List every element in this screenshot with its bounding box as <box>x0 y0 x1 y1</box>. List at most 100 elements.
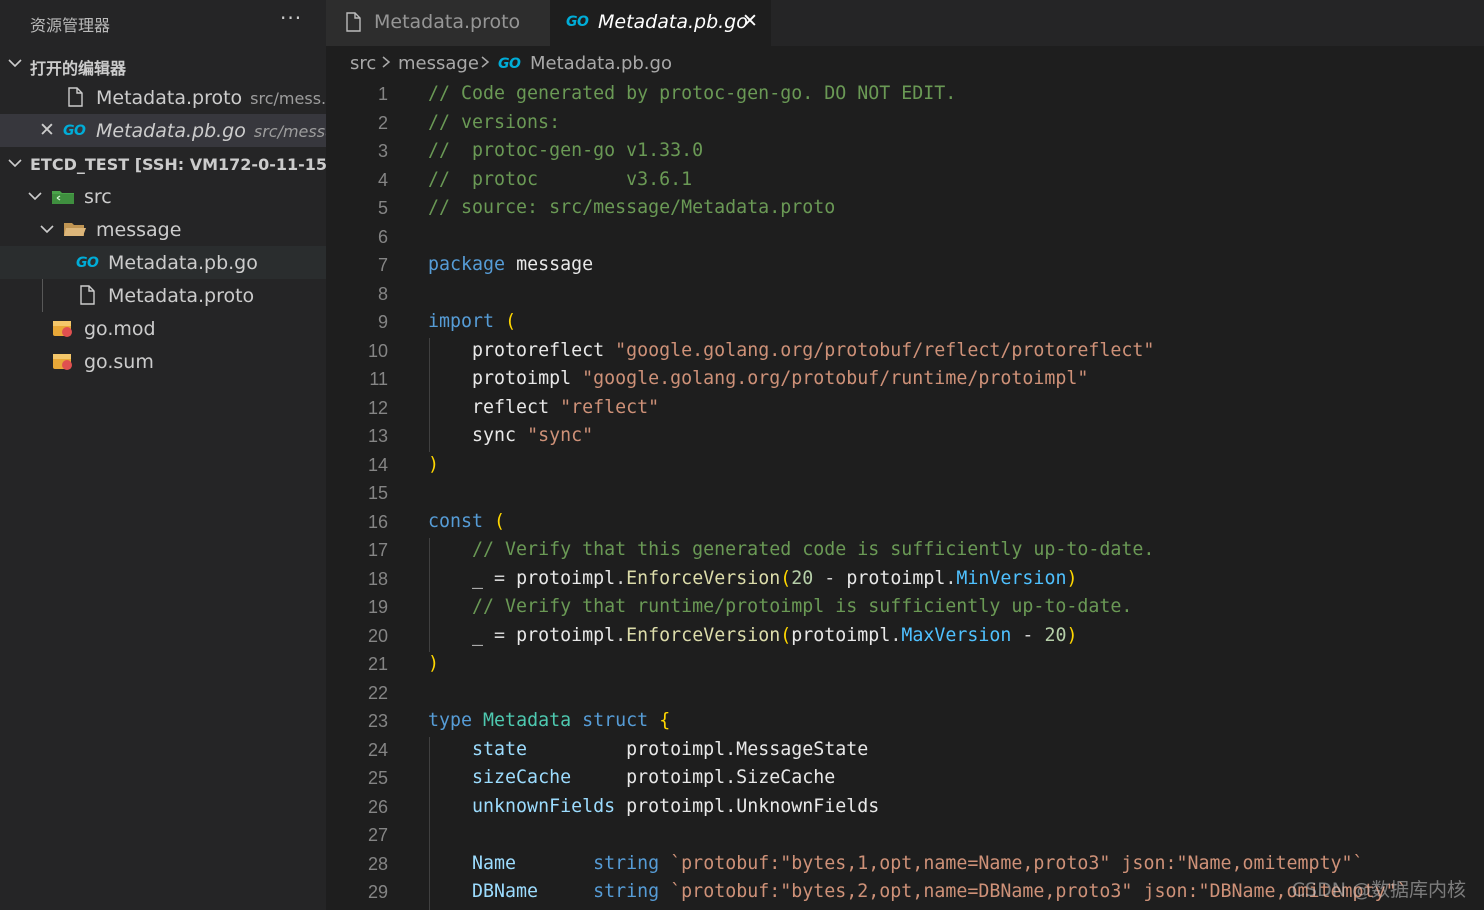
code-struct-tag: `protobuf:"bytes,1,opt,name=Name,proto3"… <box>670 852 1364 874</box>
editor-tab-bar: Metadata.proto GO Metadata.pb.go ✕ <box>326 0 1484 46</box>
code-string: "sync" <box>527 425 594 446</box>
code-string: "google.golang.org/protobuf/reflect/prot… <box>615 339 1155 361</box>
tree-label: go.mod <box>84 318 156 340</box>
line-number: 8 <box>377 283 388 304</box>
line-number: 22 <box>367 682 388 703</box>
breadcrumb-item[interactable]: Metadata.pb.go <box>530 53 672 74</box>
line-number: 4 <box>377 169 388 190</box>
code-comment: // protoc-gen-go v1.33.0 <box>428 140 704 161</box>
file-icon <box>342 11 364 33</box>
code-line: 26 unknownFields protoimpl.UnknownFields <box>326 795 1484 824</box>
tree-label: Metadata.pb.go <box>108 252 258 274</box>
code-line: 8 <box>326 282 1484 311</box>
code-identifier: message <box>516 254 594 275</box>
tab-metadata-pb-go[interactable]: GO Metadata.pb.go ✕ <box>550 0 771 46</box>
code-line: 23 type Metadata struct { <box>326 709 1484 738</box>
line-number: 19 <box>367 597 388 617</box>
code-constant: MaxVersion <box>901 624 1012 646</box>
open-editors-label: 打开的编辑器 <box>30 59 127 78</box>
tree-label: Metadata.proto <box>108 285 255 307</box>
line-number: 7 <box>377 255 388 275</box>
code-line: 25 sizeCache protoimpl.SizeCache <box>326 766 1484 795</box>
file-icon <box>64 86 86 108</box>
folder-src-icon <box>51 185 74 207</box>
breadcrumb-item[interactable]: src <box>350 53 376 74</box>
open-editor-name: Metadata.pb.go <box>96 120 246 142</box>
code-field: state <box>472 738 528 760</box>
chevron-down-icon <box>6 154 24 172</box>
explorer-sidebar: 资源管理器 ··· 打开的编辑器 Metadata.proto src/mess.… <box>0 0 326 910</box>
open-editor-item-go[interactable]: ✕ GO Metadata.pb.go src/messa... <box>0 114 326 147</box>
tab-label: Metadata.proto <box>374 11 521 33</box>
code-identifier: protoimpl <box>846 567 946 589</box>
workspace-label: ETCD_TEST [SSH: VM172-0-11-157] <box>30 155 326 174</box>
code-line: 18 _ = protoimpl.EnforceVersion(20 - pro… <box>326 567 1484 596</box>
go-file-icon: GO <box>566 14 589 30</box>
code-operator: = <box>483 567 517 589</box>
line-number: 21 <box>367 654 388 674</box>
open-editors-section-header[interactable]: 打开的编辑器 <box>0 47 326 80</box>
open-editor-path: src/messa... <box>253 122 326 141</box>
line-number: 11 <box>369 369 388 389</box>
code-line: 9 import ( <box>326 310 1484 339</box>
workspace-section-header[interactable]: ETCD_TEST [SSH: VM172-0-11-157] <box>0 147 326 180</box>
code-operator: - <box>1011 624 1045 646</box>
code-editor[interactable]: 1 // Code generated by protoc-gen-go. DO… <box>326 82 1484 910</box>
code-line: 11 protoimpl "google.golang.org/protobuf… <box>326 367 1484 396</box>
code-identifier: protoimpl <box>516 567 616 589</box>
go-file-icon: GO <box>76 255 99 271</box>
tree-label: message <box>96 219 182 241</box>
open-editor-path: src/mess... <box>250 89 326 108</box>
code-keyword: package <box>428 254 506 275</box>
tab-label: Metadata.pb.go <box>598 11 748 33</box>
tree-label: go.sum <box>84 351 154 373</box>
code-line: 5 // source: src/message/Metadata.proto <box>326 196 1484 225</box>
code-line: 24 state protoimpl.MessageState <box>326 738 1484 767</box>
line-number: 3 <box>377 141 388 161</box>
code-line: 22 <box>326 681 1484 710</box>
go-file-icon: GO <box>498 56 521 72</box>
breadcrumb-item[interactable]: message <box>398 53 479 74</box>
code-line: 15 <box>326 481 1484 510</box>
more-actions-icon[interactable]: ··· <box>280 6 302 30</box>
chevron-right-icon <box>379 52 393 77</box>
open-editor-item-proto[interactable]: Metadata.proto src/mess... <box>0 81 326 114</box>
code-line: 16 const ( <box>326 510 1484 539</box>
line-number: 16 <box>367 511 388 532</box>
line-number: 24 <box>367 739 388 760</box>
code-line: 20 _ = protoimpl.EnforceVersion(protoimp… <box>326 624 1484 653</box>
line-number: 6 <box>377 226 388 247</box>
code-string: "google.golang.org/protobuf/runtime/prot… <box>582 368 1089 389</box>
code-comment: // protoc v3.6.1 <box>428 168 693 190</box>
code-identifier: protoimpl <box>791 624 891 646</box>
chevron-down-icon <box>26 187 44 205</box>
code-operator: = <box>483 624 517 646</box>
code-identifier: reflect <box>472 396 550 418</box>
tree-item-metadata-pb-go[interactable]: GO Metadata.pb.go <box>0 246 326 279</box>
code-function: EnforceVersion <box>626 567 781 589</box>
explorer-title: 资源管理器 <box>30 16 111 35</box>
code-type: protoimpl.MessageState <box>626 738 869 760</box>
tree-item-message[interactable]: message <box>0 213 326 246</box>
code-line: 12 reflect "reflect" <box>326 396 1484 425</box>
tab-metadata-proto[interactable]: Metadata.proto <box>326 0 550 46</box>
code-comment: // Verify that this generated code is su… <box>472 539 1155 560</box>
code-line: 14 ) <box>326 453 1484 482</box>
go-mod-file-icon <box>51 317 73 339</box>
close-icon[interactable]: ✕ <box>39 119 55 141</box>
line-number: 10 <box>367 340 388 361</box>
tree-item-go-sum[interactable]: go.sum <box>0 345 326 378</box>
code-comment: // source: src/message/Metadata.proto <box>428 197 836 218</box>
line-number: 17 <box>367 540 388 560</box>
code-line: 21 ) <box>326 652 1484 681</box>
chevron-right-icon <box>478 52 492 77</box>
tree-item-metadata-proto[interactable]: Metadata.proto <box>0 279 326 312</box>
code-field: sizeCache <box>472 767 572 788</box>
explorer-header: 资源管理器 ··· <box>0 0 326 44</box>
code-field: unknownFields <box>472 795 616 817</box>
code-function: EnforceVersion <box>626 624 781 646</box>
code-type: protoimpl.SizeCache <box>626 767 836 788</box>
close-icon[interactable]: ✕ <box>742 10 758 32</box>
tree-item-go-mod[interactable]: go.mod <box>0 312 326 345</box>
tree-item-src[interactable]: src <box>0 180 326 213</box>
